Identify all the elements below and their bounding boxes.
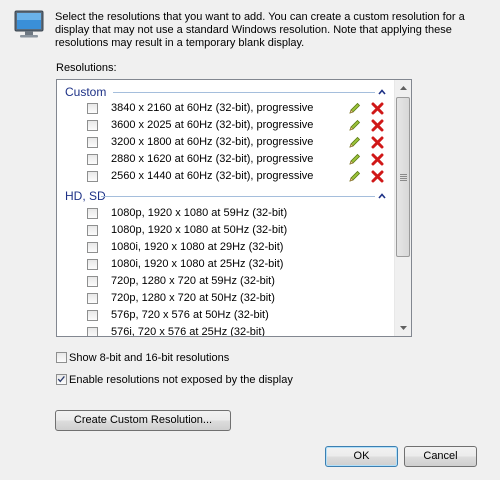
checkmark-icon bbox=[57, 376, 65, 383]
resolution-checkbox[interactable] bbox=[87, 242, 98, 253]
pencil-icon[interactable] bbox=[348, 153, 361, 166]
resolution-row[interactable]: 576i, 720 x 576 at 25Hz (32-bit) bbox=[57, 324, 395, 336]
resolution-row[interactable]: 3600 x 2025 at 60Hz (32-bit), progressiv… bbox=[57, 117, 395, 134]
resolution-row[interactable]: 2560 x 1440 at 60Hz (32-bit), progressiv… bbox=[57, 168, 395, 185]
resolution-checkbox[interactable] bbox=[87, 208, 98, 219]
resolution-checkbox[interactable] bbox=[87, 310, 98, 321]
chevron-up-icon[interactable] bbox=[377, 83, 387, 101]
enable-not-exposed-checkbox[interactable] bbox=[56, 374, 67, 385]
pencil-icon[interactable] bbox=[348, 102, 361, 115]
delete-x-icon[interactable] bbox=[371, 102, 384, 115]
resolution-checkbox[interactable] bbox=[87, 120, 98, 131]
resolution-row[interactable]: 3200 x 1800 at 60Hz (32-bit), progressiv… bbox=[57, 134, 395, 151]
resolution-row[interactable]: 1080i, 1920 x 1080 at 25Hz (32-bit) bbox=[57, 256, 395, 273]
resolution-label: 720p, 1280 x 720 at 59Hz (32-bit) bbox=[111, 275, 275, 287]
show-8-16-bit-option[interactable]: Show 8-bit and 16-bit resolutions bbox=[56, 351, 256, 365]
scroll-down-arrow-icon[interactable] bbox=[395, 319, 412, 336]
grip-line bbox=[400, 174, 407, 175]
resolution-label: 576p, 720 x 576 at 50Hz (32-bit) bbox=[111, 309, 269, 321]
resolution-label: 2560 x 1440 at 60Hz (32-bit), progressiv… bbox=[111, 170, 314, 182]
resolution-label: 1080p, 1920 x 1080 at 59Hz (32-bit) bbox=[111, 207, 288, 219]
resolution-checkbox[interactable] bbox=[87, 137, 98, 148]
resolution-checkbox[interactable] bbox=[87, 276, 98, 287]
delete-x-icon[interactable] bbox=[371, 119, 384, 132]
resolution-label: 3600 x 2025 at 60Hz (32-bit), progressiv… bbox=[111, 119, 314, 131]
resolutions-label: Resolutions: bbox=[56, 62, 117, 74]
resolution-checkbox[interactable] bbox=[87, 293, 98, 304]
group-divider bbox=[101, 196, 375, 197]
enable-not-exposed-label: Enable resolutions not exposed by the di… bbox=[69, 374, 293, 386]
grip-line bbox=[400, 176, 407, 177]
resolution-row[interactable]: 3840 x 2160 at 60Hz (32-bit), progressiv… bbox=[57, 100, 395, 117]
resolution-label: 3200 x 1800 at 60Hz (32-bit), progressiv… bbox=[111, 136, 314, 148]
resolution-row[interactable]: 2880 x 1620 at 60Hz (32-bit), progressiv… bbox=[57, 151, 395, 168]
resolutions-list[interactable]: Custom HD, SD 3840 x 2160 at 60Hz (32-bi… bbox=[56, 79, 412, 337]
pencil-icon[interactable] bbox=[348, 119, 361, 132]
resolution-checkbox[interactable] bbox=[87, 259, 98, 270]
resolution-label: 576i, 720 x 576 at 25Hz (32-bit) bbox=[111, 326, 266, 336]
resolution-label: 720p, 1280 x 720 at 50Hz (32-bit) bbox=[111, 292, 275, 304]
scroll-up-arrow-icon[interactable] bbox=[395, 80, 412, 97]
resolution-label: 1080p, 1920 x 1080 at 50Hz (32-bit) bbox=[111, 224, 288, 236]
group-header-hd-sd[interactable]: HD, SD bbox=[57, 187, 395, 205]
resolution-checkbox[interactable] bbox=[87, 225, 98, 236]
resolution-row[interactable]: 1080p, 1920 x 1080 at 59Hz (32-bit) bbox=[57, 205, 395, 222]
resolution-row[interactable]: 720p, 1280 x 720 at 50Hz (32-bit) bbox=[57, 290, 395, 307]
show-8-16-bit-label: Show 8-bit and 16-bit resolutions bbox=[69, 352, 230, 364]
resolution-checkbox[interactable] bbox=[87, 103, 98, 114]
chevron-up-icon[interactable] bbox=[377, 187, 387, 205]
grip-line bbox=[400, 180, 407, 181]
enable-not-exposed-option[interactable]: Enable resolutions not exposed by the di… bbox=[56, 373, 296, 387]
cancel-button[interactable]: Cancel bbox=[404, 446, 477, 467]
delete-x-icon[interactable] bbox=[371, 136, 384, 149]
resolution-checkbox[interactable] bbox=[87, 327, 98, 336]
create-custom-resolution-button[interactable]: Create Custom Resolution... bbox=[55, 410, 231, 431]
group-label-custom: Custom bbox=[65, 85, 107, 99]
delete-x-icon[interactable] bbox=[371, 170, 384, 183]
resolution-checkbox[interactable] bbox=[87, 154, 98, 165]
resolution-row[interactable]: 1080p, 1920 x 1080 at 50Hz (32-bit) bbox=[57, 222, 395, 239]
group-header-custom[interactable]: Custom bbox=[57, 83, 395, 101]
group-label-hd-sd: HD, SD bbox=[65, 189, 106, 203]
ok-button[interactable]: OK bbox=[325, 446, 398, 467]
vertical-scrollbar[interactable] bbox=[394, 80, 411, 336]
pencil-icon[interactable] bbox=[348, 136, 361, 149]
scrollbar-thumb[interactable] bbox=[396, 97, 410, 257]
intro-text: Select the resolutions that you want to … bbox=[55, 11, 465, 49]
resolution-label: 3840 x 2160 at 60Hz (32-bit), progressiv… bbox=[111, 102, 314, 114]
pencil-icon[interactable] bbox=[348, 170, 361, 183]
resolution-row[interactable]: 576p, 720 x 576 at 50Hz (32-bit) bbox=[57, 307, 395, 324]
resolution-label: 1080i, 1920 x 1080 at 25Hz (32-bit) bbox=[111, 258, 284, 270]
monitor-icon bbox=[14, 10, 44, 38]
resolution-checkbox[interactable] bbox=[87, 171, 98, 182]
resolution-row[interactable]: 720p, 1280 x 720 at 59Hz (32-bit) bbox=[57, 273, 395, 290]
resolution-label: 2880 x 1620 at 60Hz (32-bit), progressiv… bbox=[111, 153, 314, 165]
grip-line bbox=[400, 178, 407, 179]
show-8-16-bit-checkbox[interactable] bbox=[56, 352, 67, 363]
group-divider bbox=[113, 92, 375, 93]
delete-x-icon[interactable] bbox=[371, 153, 384, 166]
resolution-row[interactable]: 1080i, 1920 x 1080 at 29Hz (32-bit) bbox=[57, 239, 395, 256]
resolution-label: 1080i, 1920 x 1080 at 29Hz (32-bit) bbox=[111, 241, 284, 253]
